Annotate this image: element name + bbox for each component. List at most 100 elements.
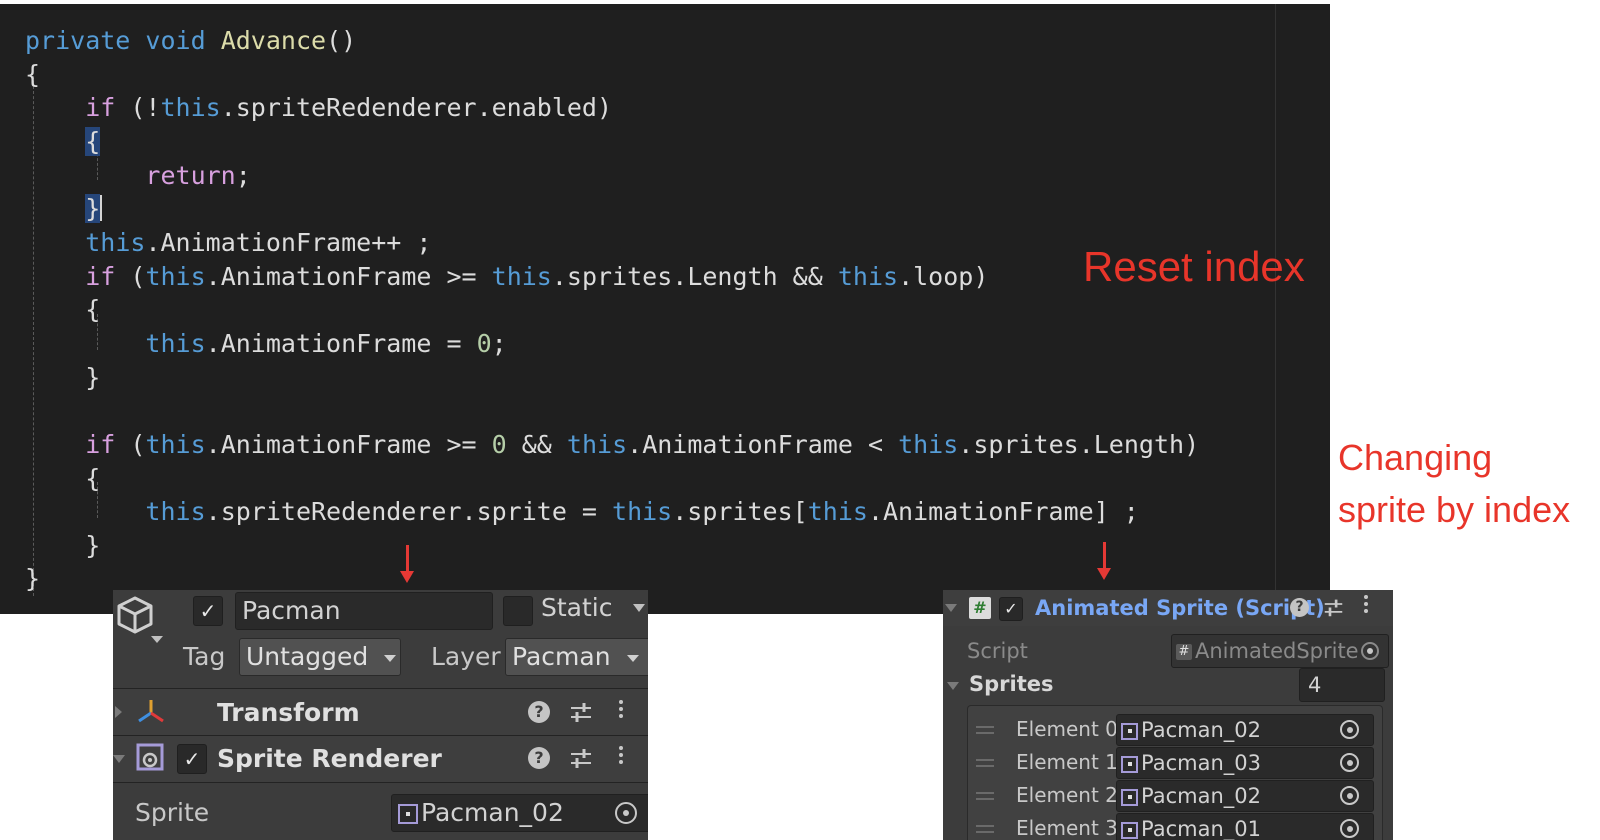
- sprite-renderer-icon: [136, 743, 164, 771]
- object-picker-icon[interactable]: [615, 802, 637, 824]
- code-line[interactable]: {: [25, 462, 100, 496]
- transform-icon: [138, 700, 164, 723]
- sprite-element-row[interactable]: Element 2 Pacman_02: [968, 780, 1382, 812]
- code-token: 0: [491, 430, 507, 459]
- code-line[interactable]: {: [25, 58, 40, 92]
- script-value: AnimatedSprite: [1195, 639, 1359, 663]
- help-icon[interactable]: ?: [1290, 598, 1309, 617]
- gameobject-cube-icon: [117, 596, 163, 643]
- code-line[interactable]: {: [25, 293, 100, 327]
- gameobject-active-checkbox[interactable]: ✓: [193, 596, 223, 626]
- sprite-asset-icon: [1121, 755, 1138, 773]
- code-line[interactable]: }: [25, 562, 40, 596]
- code-line[interactable]: }: [25, 361, 100, 395]
- code-line[interactable]: this.AnimationFrame++ ;: [25, 226, 431, 260]
- sprite-asset-icon: [1121, 821, 1138, 839]
- code-token: .loop): [898, 262, 989, 291]
- drag-handle-icon[interactable]: [976, 792, 994, 804]
- object-picker-icon[interactable]: [1340, 720, 1359, 739]
- code-line[interactable]: if (this.AnimationFrame >= this.sprites.…: [25, 260, 988, 294]
- tag-label: Tag: [183, 642, 226, 671]
- sprite-value: Pacman_02: [421, 798, 564, 827]
- code-token: this: [85, 228, 146, 257]
- code-token: {: [25, 464, 101, 493]
- help-icon[interactable]: ?: [528, 747, 550, 769]
- static-label: Static: [541, 593, 613, 622]
- layer-dropdown[interactable]: Pacman: [505, 638, 648, 676]
- element-label: Element 3: [1016, 816, 1118, 840]
- element-sprite-field[interactable]: Pacman_02: [1116, 780, 1374, 812]
- code-token: (: [115, 430, 146, 459]
- tag-dropdown[interactable]: Untagged: [239, 638, 401, 676]
- transform-label: Transform: [217, 698, 360, 727]
- sprites-foldout-arrow-icon[interactable]: [947, 682, 959, 690]
- code-line[interactable]: if (!this.spriteRedenderer.enabled): [25, 91, 612, 125]
- changing-sprite-line-1: Changing: [1338, 437, 1493, 478]
- code-token: }: [25, 363, 101, 392]
- element-sprite-field[interactable]: Pacman_02: [1116, 714, 1374, 746]
- code-token: .AnimationFrame++ ;: [145, 228, 432, 257]
- object-picker-icon[interactable]: [1340, 753, 1359, 772]
- object-picker-icon[interactable]: [1340, 819, 1359, 838]
- transform-component-header[interactable]: Transform ?: [113, 689, 648, 735]
- script-object-field: # AnimatedSprite: [1171, 634, 1389, 668]
- code-token: ;: [235, 161, 251, 190]
- code-line[interactable]: private void Advance(): [25, 24, 356, 58]
- more-options-icon[interactable]: [619, 700, 623, 721]
- script-enabled-checkbox[interactable]: ✓: [999, 597, 1023, 621]
- code-line[interactable]: this.spriteRedenderer.sprite = this.spri…: [25, 495, 1138, 529]
- gameobject-name-field[interactable]: Pacman: [235, 592, 493, 630]
- element-sprite-field[interactable]: Pacman_03: [1116, 747, 1374, 779]
- code-line[interactable]: }: [25, 192, 103, 226]
- preset-sliders-icon[interactable]: [569, 746, 593, 770]
- static-dropdown-icon[interactable]: [633, 604, 645, 612]
- code-line[interactable]: {: [25, 125, 101, 159]
- sprite-asset-icon: [1121, 722, 1138, 740]
- code-token: .AnimationFrame =: [205, 329, 477, 358]
- reset-index-annotation: Reset index: [1083, 243, 1305, 290]
- changing-sprite-annotation: Changing sprite by index: [1338, 432, 1570, 536]
- code-line[interactable]: if (this.AnimationFrame >= 0 && this.Ani…: [25, 428, 1199, 462]
- static-checkbox[interactable]: [503, 596, 533, 626]
- code-token: }: [25, 531, 101, 560]
- more-options-icon[interactable]: [1364, 595, 1368, 616]
- preset-sliders-icon[interactable]: [1323, 597, 1344, 618]
- drag-handle-icon[interactable]: [976, 726, 994, 738]
- code-line[interactable]: this.AnimationFrame = 0;: [25, 327, 507, 361]
- sprite-renderer-component-header[interactable]: ✓ Sprite Renderer ?: [113, 736, 648, 782]
- element-sprite-field[interactable]: Pacman_01: [1116, 813, 1374, 840]
- element-label: Element 1: [1016, 750, 1118, 774]
- animated-sprite-component-header[interactable]: # ✓ Animated Sprite (Script) ?: [943, 590, 1393, 626]
- sprite-renderer-enabled-checkbox[interactable]: ✓: [177, 744, 207, 774]
- code-editor[interactable]: private void Advance(){ if (!this.sprite…: [0, 4, 1330, 614]
- code-token: if: [85, 430, 116, 459]
- sprite-element-row[interactable]: Element 0 Pacman_02: [968, 714, 1382, 746]
- collapse-arrow-icon[interactable]: [113, 755, 125, 763]
- more-options-icon[interactable]: [619, 746, 623, 767]
- sprites-label[interactable]: Sprites: [969, 672, 1054, 696]
- sprite-object-field[interactable]: Pacman_02: [391, 794, 648, 832]
- code-token: void: [145, 26, 206, 55]
- code-token: this: [566, 430, 628, 459]
- expand-arrow-icon[interactable]: [115, 706, 122, 718]
- sprites-size-field[interactable]: 4: [1299, 668, 1385, 702]
- drag-handle-icon[interactable]: [976, 759, 994, 771]
- sprite-element-row[interactable]: Element 3 Pacman_01: [968, 813, 1382, 840]
- script-label: Script: [967, 639, 1028, 663]
- sprite-field-label: Sprite: [135, 798, 210, 827]
- collapse-arrow-icon[interactable]: [945, 604, 957, 612]
- sprite-element-row[interactable]: Element 1 Pacman_03: [968, 747, 1382, 779]
- code-token: ;: [491, 329, 507, 358]
- code-line[interactable]: }: [25, 529, 100, 563]
- code-token: .AnimationFrame >=: [205, 430, 492, 459]
- editor-margin-line: [1275, 4, 1276, 614]
- code-line[interactable]: return;: [25, 159, 251, 193]
- drag-handle-icon[interactable]: [976, 825, 994, 837]
- code-token: this: [145, 430, 206, 459]
- object-picker-icon[interactable]: [1340, 786, 1359, 805]
- preset-sliders-icon[interactable]: [569, 700, 593, 724]
- help-icon[interactable]: ?: [528, 701, 550, 723]
